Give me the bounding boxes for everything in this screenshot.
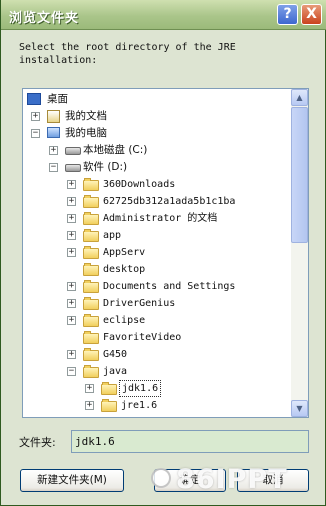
- expand-icon[interactable]: +: [67, 214, 76, 223]
- tree-item-folder[interactable]: + 62725db312a1ada5b1c1ba: [23, 193, 289, 210]
- expand-icon[interactable]: +: [49, 146, 58, 155]
- tree-item-label: 我的文档: [65, 110, 107, 122]
- tree-scrollbar[interactable]: ▲ ▼: [291, 89, 308, 417]
- tree-item-folder-java[interactable]: − java: [23, 363, 289, 380]
- folder-tree[interactable]: 桌面 + 我的文档 − 我的电脑 + 本地磁盘 (C:) − 软件 (D:) +: [22, 88, 309, 418]
- folder-icon: [83, 229, 99, 242]
- computer-icon: [47, 127, 60, 138]
- folder-icon: [83, 297, 99, 310]
- drive-icon: [65, 164, 81, 172]
- scroll-down-button[interactable]: ▼: [291, 400, 308, 417]
- expand-icon[interactable]: +: [67, 282, 76, 291]
- tree-item-label: 360Downloads: [103, 179, 176, 190]
- collapse-icon[interactable]: −: [49, 163, 58, 172]
- tree-item-folder[interactable]: + DriverGenius: [23, 295, 289, 312]
- tree-item-label: 62725db312a1ada5b1c1ba: [103, 196, 236, 207]
- folder-icon: [83, 212, 99, 225]
- tree-item-label: 桌面: [47, 93, 68, 105]
- folder-input[interactable]: jdk1.6: [71, 430, 309, 453]
- tree-item-folder[interactable]: + app: [23, 227, 289, 244]
- folder-open-icon: [83, 365, 99, 378]
- expand-icon[interactable]: +: [85, 401, 94, 410]
- folder-icon: [83, 178, 99, 191]
- close-button[interactable]: X: [301, 4, 322, 25]
- tree-item-label: DriverGenius: [103, 298, 176, 309]
- tree-item-label: Administrator 的文档: [103, 213, 218, 224]
- tree-item-folder[interactable]: + Administrator 的文档: [23, 210, 289, 227]
- tree-item-label: desktop: [103, 264, 146, 275]
- tree-item-folder[interactable]: + jre1.6: [23, 397, 289, 414]
- folder-icon: [83, 348, 99, 361]
- expand-icon[interactable]: +: [67, 197, 76, 206]
- tree-item-label: eclipse: [103, 315, 146, 326]
- expand-icon[interactable]: +: [67, 350, 76, 359]
- expand-icon[interactable]: +: [85, 384, 94, 393]
- help-button[interactable]: ?: [277, 4, 298, 25]
- folder-icon: [83, 314, 99, 327]
- folder-icon: [101, 382, 117, 395]
- watermark-icon: [151, 468, 171, 488]
- dialog-title: 浏览文件夹: [9, 11, 80, 26]
- tree-item-label: 本地磁盘 (C:): [83, 144, 148, 156]
- folder-icon: [83, 280, 99, 293]
- scroll-up-button[interactable]: ▲: [291, 89, 308, 106]
- expand-icon[interactable]: +: [67, 248, 76, 257]
- folder-icon: [83, 195, 99, 208]
- folder-icon: [83, 263, 99, 276]
- tree-item-desktop[interactable]: 桌面: [23, 91, 289, 108]
- folder-label: 文件夹:: [19, 436, 56, 449]
- tree-item-label: FavoriteVideo: [103, 332, 182, 343]
- new-folder-button[interactable]: 新建文件夹(M): [20, 469, 124, 492]
- scroll-thumb[interactable]: [291, 107, 308, 243]
- tree-item-label: 软件 (D:): [83, 161, 128, 173]
- tree-item-label: jdk1.6: [119, 380, 162, 397]
- tree-item-label: java: [103, 366, 128, 377]
- folder-icon: [101, 399, 117, 412]
- instruction-text: Select the root directory of the JRE ins…: [19, 42, 236, 66]
- collapse-icon[interactable]: −: [67, 367, 76, 376]
- tree-item-drive-d[interactable]: − 软件 (D:): [23, 159, 289, 176]
- tree-item-drive-c[interactable]: + 本地磁盘 (C:): [23, 142, 289, 159]
- collapse-icon[interactable]: −: [31, 129, 40, 138]
- tree-item-label: Documents and Settings: [103, 281, 236, 292]
- expand-icon[interactable]: +: [67, 299, 76, 308]
- tree-item-folder[interactable]: FavoriteVideo: [23, 329, 289, 346]
- tree-item-label: jre1.6: [121, 400, 158, 411]
- tree-item-label: AppServ: [103, 247, 146, 258]
- watermark: 86IPPT: [176, 464, 288, 495]
- tree-item-folder[interactable]: + Documents and Settings: [23, 278, 289, 295]
- expand-icon[interactable]: +: [67, 180, 76, 189]
- title-bar[interactable]: 浏览文件夹 ? X: [1, 0, 326, 30]
- tree-item-label: G450: [103, 349, 128, 360]
- tree-item-folder-selected[interactable]: + jdk1.6: [23, 380, 289, 397]
- tree-item-folder[interactable]: + 360Downloads: [23, 176, 289, 193]
- tree-item-folder[interactable]: + eclipse: [23, 312, 289, 329]
- documents-icon: [47, 110, 60, 123]
- tree-item-my-computer[interactable]: − 我的电脑: [23, 125, 289, 142]
- browse-folder-dialog: 浏览文件夹 ? X Select the root directory of t…: [0, 0, 326, 506]
- desktop-icon: [27, 93, 41, 105]
- expand-icon[interactable]: +: [67, 316, 76, 325]
- folder-icon: [83, 246, 99, 259]
- folder-icon: [83, 331, 99, 344]
- tree-item-my-documents[interactable]: + 我的文档: [23, 108, 289, 125]
- tree-item-folder[interactable]: desktop: [23, 261, 289, 278]
- expand-icon[interactable]: +: [31, 112, 40, 121]
- tree-item-label: 我的电脑: [65, 127, 107, 139]
- drive-icon: [65, 147, 81, 155]
- expand-icon[interactable]: +: [67, 231, 76, 240]
- tree-item-folder[interactable]: + G450: [23, 346, 289, 363]
- tree-item-label: app: [103, 230, 122, 241]
- tree-item-folder[interactable]: + AppServ: [23, 244, 289, 261]
